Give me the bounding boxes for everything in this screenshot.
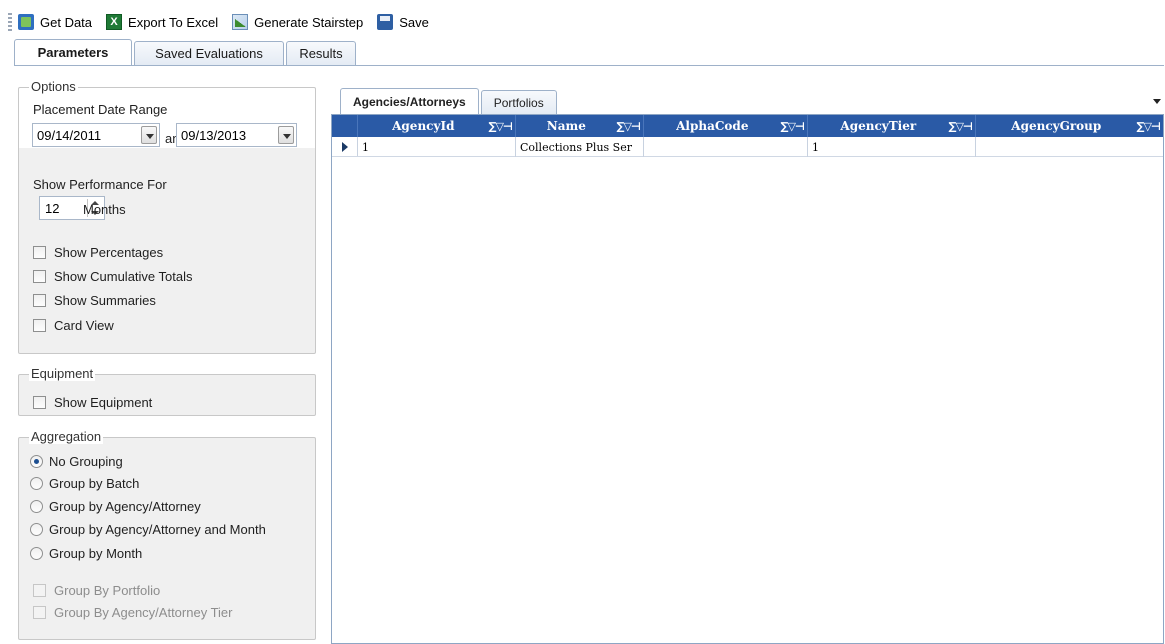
checkbox-icon: [33, 396, 46, 409]
export-to-excel-button[interactable]: X Export To Excel: [106, 14, 218, 30]
date-from-field[interactable]: 09/14/2011: [32, 123, 160, 147]
show-equipment-checkbox[interactable]: Show Equipment: [33, 395, 152, 410]
results-panel: Agencies/Attorneys Portfolios AgencyId ∑…: [328, 85, 1164, 644]
column-header-agencygroup[interactable]: AgencyGroup ∑▽⊣: [976, 115, 1163, 137]
radio-icon: [30, 523, 43, 536]
get-data-button[interactable]: Get Data: [18, 14, 92, 30]
options-title: Options: [29, 79, 78, 94]
months-label: Months: [83, 202, 126, 217]
show-cumulative-totals-label: Show Cumulative Totals: [54, 269, 193, 284]
tab-divider: [14, 65, 1164, 66]
group-by-agency-attorney-and-month-label: Group by Agency/Attorney and Month: [49, 522, 266, 537]
export-to-excel-label: Export To Excel: [128, 14, 219, 30]
tab-results[interactable]: Results: [286, 41, 356, 65]
radio-group-by-agency-attorney-and-month[interactable]: Group by Agency/Attorney and Month: [30, 522, 266, 537]
row-indicator-icon: [332, 137, 358, 156]
generate-stairstep-label: Generate Stairstep: [254, 14, 364, 30]
aggregation-title: Aggregation: [29, 429, 104, 444]
group-by-month-label: Group by Month: [49, 546, 143, 561]
group-by-agency-attorney-tier-label: Group By Agency/Attorney Tier: [54, 605, 233, 620]
main-tab-strip: Parameters Saved Evaluations Results: [14, 39, 358, 65]
sum-filter-pin-icon[interactable]: ∑▽⊣: [781, 120, 807, 133]
radio-group-by-batch[interactable]: Group by Batch: [30, 476, 139, 491]
cell-name[interactable]: Collections Plus Ser: [516, 137, 644, 157]
group-by-agency-attorney-tier-checkbox[interactable]: Group By Agency/Attorney Tier: [33, 605, 232, 620]
show-equipment-label: Show Equipment: [54, 395, 153, 410]
tab-portfolios[interactable]: Portfolios: [480, 90, 557, 114]
placement-date-range-label: Placement Date Range: [33, 102, 168, 117]
checkbox-icon: [33, 246, 46, 259]
floppy-icon: [377, 14, 394, 30]
cell-agencygroup[interactable]: [976, 137, 1163, 157]
radio-selected-icon: [30, 455, 43, 468]
get-data-label: Get Data: [40, 14, 93, 30]
date-to-value: 09/13/2013: [181, 127, 247, 143]
equipment-group: Equipment Show Equipment: [18, 366, 316, 416]
group-by-agency-attorney-label: Group by Agency/Attorney: [49, 499, 201, 514]
checkbox-icon: [33, 294, 46, 307]
cell-alphacode[interactable]: [644, 137, 808, 157]
options-group: Options Placement Date Range 09/14/2011 …: [18, 79, 316, 354]
group-by-portfolio-label: Group By Portfolio: [54, 583, 161, 598]
tab-agencies-attorneys[interactable]: Agencies/Attorneys: [340, 88, 479, 114]
show-summaries-checkbox[interactable]: Show Summaries: [33, 293, 156, 308]
date-to-dropdown-icon[interactable]: [278, 126, 294, 144]
tab-list-dropdown-icon[interactable]: [1153, 99, 1161, 104]
radio-group-by-agency-attorney[interactable]: Group by Agency/Attorney: [30, 499, 201, 514]
toolbar-grip[interactable]: [8, 13, 12, 31]
radio-icon: [30, 547, 43, 560]
group-by-portfolio-checkbox[interactable]: Group By Portfolio: [33, 583, 160, 598]
show-cumulative-totals-checkbox[interactable]: Show Cumulative Totals: [33, 269, 193, 284]
grid-header: AgencyId ∑▽⊣ Name ∑▽⊣ AlphaCode ∑▽⊣ Agen…: [332, 115, 1163, 137]
radio-icon: [30, 500, 43, 513]
no-grouping-label: No Grouping: [49, 454, 123, 469]
show-percentages-checkbox[interactable]: Show Percentages: [33, 245, 163, 260]
sum-filter-pin-icon[interactable]: ∑▽⊣: [489, 120, 515, 133]
sum-filter-pin-icon[interactable]: ∑▽⊣: [949, 120, 975, 133]
months-value: 12: [45, 200, 60, 216]
checkbox-icon: [33, 270, 46, 283]
tab-saved-evaluations[interactable]: Saved Evaluations: [134, 41, 284, 65]
date-from-dropdown-icon[interactable]: [141, 126, 157, 144]
radio-group-by-month[interactable]: Group by Month: [30, 546, 142, 561]
toolbar: Get Data X Export To Excel Generate Stai…: [0, 8, 600, 36]
generate-stairstep-button[interactable]: Generate Stairstep: [232, 14, 363, 30]
checkbox-icon: [33, 584, 46, 597]
radio-icon: [30, 477, 43, 490]
sum-filter-pin-icon[interactable]: ∑▽⊣: [617, 120, 643, 133]
equipment-title: Equipment: [29, 366, 96, 381]
column-header-agencytier[interactable]: AgencyTier ∑▽⊣: [808, 115, 976, 137]
row-indicator-header: [332, 115, 358, 137]
checkbox-icon: [33, 606, 46, 619]
show-percentages-label: Show Percentages: [54, 245, 164, 260]
aggregation-group: Aggregation No Grouping Group by Batch G…: [18, 429, 316, 640]
tab-parameters[interactable]: Parameters: [14, 39, 132, 65]
card-view-checkbox[interactable]: Card View: [33, 318, 114, 333]
agencies-grid: AgencyId ∑▽⊣ Name ∑▽⊣ AlphaCode ∑▽⊣ Agen…: [331, 114, 1164, 644]
cell-agencyid[interactable]: 1: [358, 137, 516, 157]
sum-filter-pin-icon[interactable]: ∑▽⊣: [1137, 120, 1163, 133]
radio-no-grouping[interactable]: No Grouping: [30, 454, 123, 469]
cell-agencytier[interactable]: 1: [808, 137, 976, 157]
save-label: Save: [399, 14, 429, 30]
checkbox-icon: [33, 319, 46, 332]
card-view-label: Card View: [54, 318, 114, 333]
database-icon: [18, 14, 34, 30]
column-header-name[interactable]: Name ∑▽⊣: [516, 115, 644, 137]
excel-icon: X: [106, 14, 123, 30]
column-header-alphacode[interactable]: AlphaCode ∑▽⊣: [644, 115, 808, 137]
show-summaries-label: Show Summaries: [54, 293, 156, 308]
save-button[interactable]: Save: [377, 14, 429, 30]
show-performance-for-label: Show Performance For: [33, 177, 167, 192]
column-header-agencyid[interactable]: AgencyId ∑▽⊣: [358, 115, 516, 137]
group-by-batch-label: Group by Batch: [49, 476, 140, 491]
sub-tab-strip: Agencies/Attorneys Portfolios: [340, 88, 559, 114]
date-from-value: 09/14/2011: [37, 127, 102, 143]
table-row[interactable]: 1 Collections Plus Ser 1: [332, 137, 1163, 157]
chart-icon: [232, 14, 249, 30]
date-to-field[interactable]: 09/13/2013: [176, 123, 297, 147]
